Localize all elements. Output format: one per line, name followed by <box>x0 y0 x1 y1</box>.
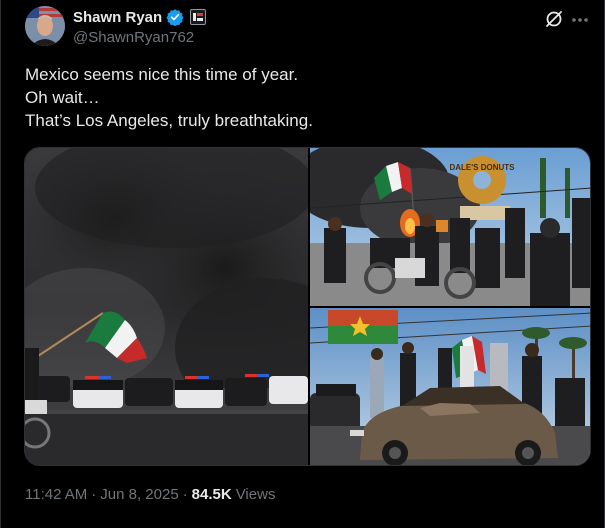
author-display-name[interactable]: Shawn Ryan <box>73 9 162 26</box>
more-options-icon[interactable] <box>570 10 590 30</box>
grok-icon[interactable] <box>544 9 564 29</box>
tweet-line: That’s Los Angeles, truly breathtaking. <box>25 111 313 130</box>
meta-separator: · <box>182 486 188 503</box>
affiliation-badge-icon[interactable] <box>190 9 207 25</box>
author-name-row: Shawn Ryan <box>73 8 207 27</box>
avatar[interactable] <box>25 6 65 46</box>
meta-separator: · <box>91 486 97 503</box>
photo-smoke-police-cars[interactable] <box>25 148 308 465</box>
tweet-meta: 11:42 AM · Jun 8, 2025 · 84.5K Views <box>25 486 275 503</box>
photo-burned-car-flags[interactable] <box>310 308 590 465</box>
photo-donut-shop-crowd[interactable]: DALE'S DONUTS <box>310 148 590 306</box>
media-grid: DALE'S DONUTS <box>24 147 591 466</box>
tweet-time[interactable]: 11:42 AM <box>25 486 87 503</box>
tweet-card: Shawn Ryan @ShawnRyan762 Mexico seems ni… <box>0 0 605 528</box>
tweet-line: Oh wait… <box>25 88 100 107</box>
tweet-date[interactable]: Jun 8, 2025 <box>100 486 178 503</box>
donut-sign-text: DALE'S DONUTS <box>449 163 515 172</box>
author-handle[interactable]: @ShawnRyan762 <box>73 29 194 46</box>
tweet-text: Mexico seems nice this time of year. Oh … <box>25 63 585 132</box>
views-label: Views <box>235 486 276 503</box>
views-count: 84.5K <box>191 486 232 503</box>
verified-badge-icon[interactable] <box>166 8 184 27</box>
tweet-line: Mexico seems nice this time of year. <box>25 65 299 84</box>
